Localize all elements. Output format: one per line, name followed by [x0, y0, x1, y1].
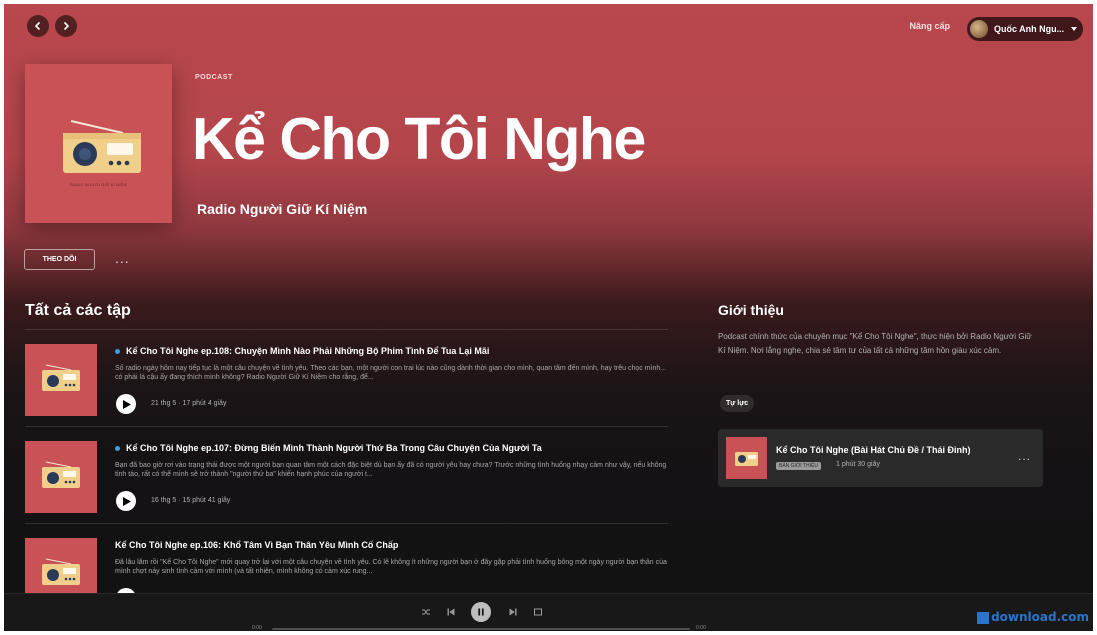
trailer-title: Kể Cho Tôi Nghe (Bài Hát Chủ Đề / Thái Đ…	[776, 445, 971, 455]
episode-meta: 16 thg 5 · 15 phút 41 giây	[151, 497, 231, 504]
next-icon	[509, 608, 517, 616]
podcast-page: Nâng cấp Quốc Anh Ngu... RADIO NGƯỜI GIỮ…	[4, 4, 1093, 631]
trailer-duration: 1 phút 30 giây	[836, 461, 880, 468]
watermark-logo-icon	[977, 611, 990, 624]
chevron-right-icon	[63, 21, 70, 31]
previous-button[interactable]	[444, 605, 458, 619]
queue-button[interactable]	[531, 605, 545, 619]
radio-icon	[42, 558, 80, 585]
episodes-heading: Tất cả các tập	[25, 302, 131, 319]
episode-title[interactable]: Kể Cho Tôi Nghe ep.108: Chuyện Mình Nào …	[115, 346, 489, 356]
avatar	[970, 20, 988, 38]
radio-icon	[735, 452, 758, 466]
page-title: Kể Cho Tôi Nghe	[192, 106, 646, 172]
forward-button[interactable]	[55, 15, 77, 37]
cover-caption: RADIO NGƯỜI GIỮ KÍ NIỆM	[69, 182, 128, 187]
shuffle-icon	[422, 609, 430, 615]
queue-icon	[534, 608, 542, 616]
episode-description: Đã lâu lắm rồi "Kể Cho Tôi Nghe" mới qua…	[115, 559, 667, 575]
podcast-cover: RADIO NGƯỜI GIỮ KÍ NIỆM	[25, 64, 172, 223]
pause-button[interactable]	[471, 602, 491, 622]
content-type-label: PODCAST	[195, 74, 233, 81]
shuffle-button[interactable]	[419, 605, 433, 619]
total-time: 0:00	[696, 625, 706, 631]
previous-icon	[447, 608, 455, 616]
episode-list: Kể Cho Tôi Nghe ep.108: Chuyện Mình Nào …	[25, 329, 668, 620]
play-icon	[123, 496, 131, 506]
episode-description: Bạn đã bao giờ rơi vào trạng thái được m…	[115, 462, 667, 478]
about-description: Podcast chính thức của chuyên mục "Kể Ch…	[718, 332, 1032, 355]
new-episode-dot	[115, 446, 120, 452]
about-heading: Giới thiệu	[718, 302, 784, 318]
player-bar: 0:00 0:00 download.com	[4, 593, 1093, 631]
episode-play-button[interactable]	[116, 491, 136, 511]
trailer-more-button[interactable]: ...	[1018, 449, 1031, 463]
episode-title[interactable]: Kể Cho Tôi Nghe ep.107: Đừng Biến Mình T…	[115, 443, 542, 453]
watermark: download.com	[977, 610, 1089, 624]
episode-thumbnail	[25, 441, 97, 513]
progress-bar[interactable]	[272, 628, 690, 630]
user-menu[interactable]: Quốc Anh Ngu...	[967, 17, 1083, 41]
follow-button[interactable]: THEO DÕI	[24, 249, 95, 270]
episode-thumbnail	[25, 344, 97, 416]
publisher-name[interactable]: Radio Người Giữ Kí Niệm	[197, 201, 367, 217]
episode-meta: 21 thg 5 · 17 phút 4 giây	[151, 400, 227, 407]
category-tag[interactable]: Tự lực	[720, 395, 755, 412]
radio-icon	[42, 461, 80, 488]
user-name: Quốc Anh Ngu...	[994, 24, 1065, 34]
play-icon	[123, 399, 131, 409]
trailer-thumbnail	[726, 437, 767, 479]
pause-icon	[478, 608, 484, 616]
episode-row[interactable]: Kể Cho Tôi Nghe ep.108: Chuyện Mình Nào …	[25, 329, 668, 426]
caret-down-icon	[1071, 27, 1077, 31]
chevron-left-icon	[34, 21, 41, 31]
radio-icon	[42, 364, 80, 391]
episode-description: Số radio ngày hôm nay tiếp tục là một câ…	[115, 365, 667, 381]
episode-play-button[interactable]	[116, 394, 136, 414]
next-button[interactable]	[506, 605, 520, 619]
back-button[interactable]	[27, 15, 49, 37]
new-episode-dot	[115, 349, 120, 355]
trailer-badge: BẢN GIỚI THIỆU	[776, 462, 821, 470]
elapsed-time: 0:00	[252, 625, 262, 631]
trailer-card[interactable]: Kể Cho Tôi Nghe (Bài Hát Chủ Đề / Thái Đ…	[718, 429, 1043, 487]
episode-row[interactable]: Kể Cho Tôi Nghe ep.107: Đừng Biến Mình T…	[25, 426, 668, 523]
upgrade-link[interactable]: Nâng cấp	[909, 21, 950, 31]
radio-icon	[63, 120, 141, 173]
episode-title[interactable]: Kể Cho Tôi Nghe ep.106: Khổ Tâm Vì Bạn T…	[115, 540, 398, 550]
more-options-button[interactable]: ...	[115, 250, 130, 266]
